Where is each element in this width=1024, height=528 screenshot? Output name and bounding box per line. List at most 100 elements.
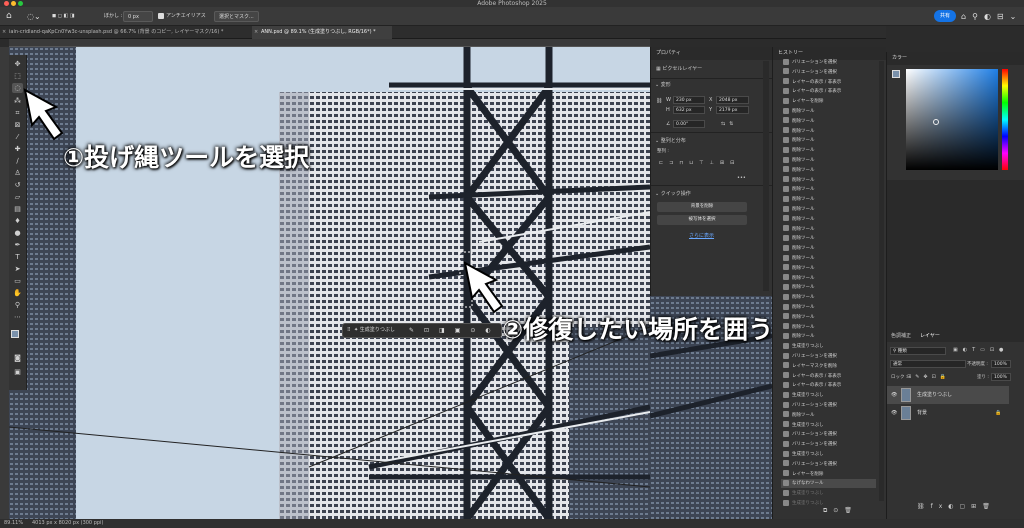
show-more-link[interactable]: さらに表示: [689, 232, 714, 239]
feather-input[interactable]: 0 px: [123, 11, 153, 22]
history-item[interactable]: 削除ツール: [781, 411, 876, 420]
color-picker-cursor[interactable]: [933, 119, 939, 125]
history-item[interactable]: レイヤーの表示 / 非表示: [781, 381, 876, 390]
section-align[interactable]: ⌄ 整列と分布: [655, 137, 686, 144]
selection-mode-icons[interactable]: ◼ ◻ ◧ ◨: [52, 11, 75, 22]
drag-handle-icon[interactable]: ⠿: [347, 324, 351, 337]
history-item[interactable]: 削除ツール: [781, 283, 876, 292]
lock-icons[interactable]: ⊞✎✥⊡🔒: [907, 374, 950, 380]
properties-scrollbar[interactable]: [763, 61, 769, 291]
pen-icon[interactable]: ✒: [12, 240, 23, 250]
visibility-eye-icon[interactable]: 👁: [891, 404, 897, 422]
share-button[interactable]: 共有: [934, 10, 956, 22]
history-scrollbar[interactable]: [879, 61, 884, 501]
align-icons[interactable]: ⊏⊐⊓⊔⊤⊥⊞⊟: [659, 160, 740, 166]
stamp-icon[interactable]: ♙: [12, 168, 23, 178]
history-item[interactable]: 削除ツール: [781, 136, 876, 145]
layer-filter-select[interactable]: ⚲ 種類: [890, 347, 946, 355]
history-item[interactable]: レイヤーマスクを削除: [781, 362, 876, 371]
fill-field[interactable]: 100%: [991, 373, 1011, 381]
screen-mode-icon[interactable]: ▣: [12, 367, 23, 377]
visibility-eye-icon[interactable]: 👁: [891, 386, 897, 404]
healing-icon[interactable]: ✚: [12, 144, 23, 154]
brush-icon[interactable]: ∕: [12, 156, 23, 166]
foreground-color-swatch[interactable]: [11, 330, 19, 338]
history-item[interactable]: バリエーションを選択: [781, 68, 876, 77]
document-canvas[interactable]: [9, 47, 650, 519]
history-item[interactable]: レイヤーを削除: [781, 97, 876, 106]
x-field[interactable]: 2048 px: [716, 96, 749, 104]
history-brush-icon[interactable]: ↺: [12, 180, 23, 190]
tab-layers[interactable]: レイヤー: [920, 332, 940, 339]
history-item[interactable]: 削除ツール: [781, 313, 876, 322]
more-options[interactable]: •••: [737, 175, 746, 181]
context-tools[interactable]: ✎⊡◨▣⊙◐: [409, 324, 501, 337]
tab-adjustments[interactable]: 色調補正: [891, 332, 911, 339]
hue-slider[interactable]: [1002, 69, 1008, 170]
history-item[interactable]: 削除ツール: [781, 332, 876, 341]
select-subject-button[interactable]: 被写体を選択: [657, 215, 747, 225]
tab-document-2[interactable]: × ANN.psd @ 89.1% (生成塗りつぶし, RGB/16*) *: [252, 26, 392, 39]
history-item[interactable]: 削除ツール: [781, 274, 876, 283]
history-item[interactable]: 削除ツール: [781, 323, 876, 332]
marquee-icon[interactable]: ⬚: [12, 71, 23, 81]
history-item[interactable]: 削除ツール: [781, 127, 876, 136]
history-item[interactable]: 削除ツール: [781, 293, 876, 302]
flip-icons[interactable]: ⇆⇅: [721, 121, 737, 127]
blur-icon[interactable]: ♦: [12, 216, 23, 226]
history-item[interactable]: レイヤーの表示 / 非表示: [781, 372, 876, 381]
history-footer-icons[interactable]: ⧉⊙🗑: [823, 507, 858, 515]
history-item[interactable]: バリエーションを選択: [781, 401, 876, 410]
opacity-field[interactable]: 100%: [991, 360, 1011, 368]
history-item[interactable]: 生成塗りつぶし: [781, 391, 876, 400]
y-field[interactable]: 2179 px: [716, 106, 749, 114]
history-item[interactable]: バリエーションを選択: [781, 58, 876, 67]
link-icon[interactable]: ⛓: [656, 98, 662, 104]
section-quick-actions[interactable]: ⌄ クイック操作: [655, 190, 691, 197]
gradient-icon[interactable]: ▤: [12, 204, 23, 214]
history-item[interactable]: 生成塗りつぶし: [781, 489, 876, 498]
history-item[interactable]: 削除ツール: [781, 254, 876, 263]
history-item[interactable]: 削除ツール: [781, 176, 876, 185]
history-item[interactable]: 削除ツール: [781, 185, 876, 194]
tab-document-1[interactable]: × iain-cridland-qaKpCn0Yw3c-unsplash.psd …: [0, 26, 252, 39]
path-select-icon[interactable]: ➤: [12, 264, 23, 274]
angle-field[interactable]: 0.00°: [673, 120, 705, 128]
history-item[interactable]: 生成塗りつぶし: [781, 499, 876, 508]
history-item[interactable]: レイヤーの表示 / 非表示: [781, 87, 876, 96]
top-right-icons[interactable]: ⌂⚲◐⊟⌄: [961, 11, 1022, 22]
history-item[interactable]: バリエーションを選択: [781, 352, 876, 361]
vertical-ruler[interactable]: [0, 47, 9, 519]
history-item[interactable]: 削除ツール: [781, 156, 876, 165]
antialias-checkbox[interactable]: アンチエイリアス: [158, 11, 206, 22]
select-mask-button[interactable]: 選択とマスク...: [214, 11, 259, 22]
history-item[interactable]: 削除ツール: [781, 303, 876, 312]
history-item[interactable]: 生成塗りつぶし: [781, 421, 876, 430]
type-icon[interactable]: T: [12, 252, 23, 262]
width-field[interactable]: 230 px: [673, 96, 705, 104]
history-item[interactable]: 生成塗りつぶし: [781, 342, 876, 351]
history-item[interactable]: 削除ツール: [781, 205, 876, 214]
color-field[interactable]: [906, 69, 998, 170]
hand-icon[interactable]: ✋: [12, 288, 23, 298]
close-tab-icon[interactable]: ×: [2, 26, 6, 39]
history-item[interactable]: 生成塗りつぶし: [781, 450, 876, 459]
zoom-icon[interactable]: ⚲: [12, 300, 23, 310]
history-item[interactable]: 削除ツール: [781, 225, 876, 234]
foreground-swatch[interactable]: [892, 70, 900, 78]
layer-row[interactable]: 👁 生成塗りつぶし: [887, 386, 1009, 404]
history-item[interactable]: 削除ツール: [781, 166, 876, 175]
generative-fill-button[interactable]: ✦ 生成塗りつぶし: [354, 324, 395, 337]
history-item[interactable]: 削除ツール: [781, 117, 876, 126]
history-item[interactable]: レイヤーを削除: [781, 470, 876, 479]
history-item[interactable]: 削除ツール: [781, 195, 876, 204]
history-item[interactable]: 削除ツール: [781, 215, 876, 224]
section-transform[interactable]: ⌄ 変形: [655, 81, 671, 88]
history-item[interactable]: 削除ツール: [781, 264, 876, 273]
remove-background-button[interactable]: 背景を削除: [657, 202, 747, 212]
history-item[interactable]: 削除ツール: [781, 234, 876, 243]
history-item[interactable]: 削除ツール: [781, 146, 876, 155]
layer-row[interactable]: 👁 背景 🔒: [887, 404, 1009, 422]
checkbox-icon[interactable]: [158, 12, 164, 19]
blend-mode-select[interactable]: 通常: [890, 360, 966, 368]
